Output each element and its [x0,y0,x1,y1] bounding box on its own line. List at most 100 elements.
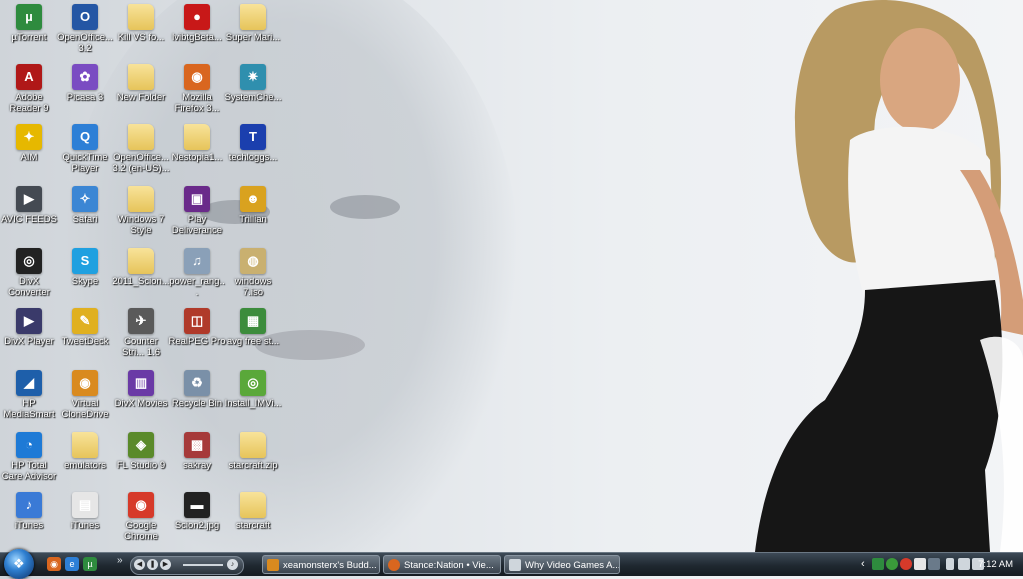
taskbar-clock[interactable]: 7:12 AM [978,553,1013,576]
app-icon: ◎ [16,248,42,274]
desktop-icon[interactable]: OpenOffice... 3.2 (en-US)... [112,124,170,174]
desktop-icon-label: Counter Stri... 1.6 [121,336,160,358]
desktop-icon-label: AIM [20,152,38,163]
tray-utorrent-icon[interactable] [872,558,884,570]
taskbar-button-stance-nation[interactable]: Stance:Nation • Vie... [383,555,501,574]
desktop-icon[interactable]: ◈ FL Studio 9 [112,432,170,471]
desktop-icon[interactable]: ◔ HP Total Care Advisor [0,432,58,482]
desktop-icon[interactable]: ▣ Play Deliverance [168,186,226,236]
taskbar-button-buddy[interactable]: xeamonsterx's Budd... [262,555,380,574]
app-icon: ◎ [240,370,266,396]
desktop-icon-label: HP MediaSmart [3,398,55,420]
media-pause-icon[interactable]: ❚ [147,559,158,570]
desktop-icon-label: sakray [183,460,211,471]
media-prev-icon[interactable]: ◀ [134,559,145,570]
desktop-icon-label: Skype [71,276,99,287]
app-icon: ▦ [240,308,266,334]
desktop-icon[interactable]: emulators [56,432,114,471]
desktop-icon[interactable]: ✈ Counter Stri... 1.6 [112,308,170,358]
desktop-icon[interactable]: ▶ AVIC FEEDS [0,186,58,225]
desktop-icon-label: New Folder [116,92,166,103]
desktop-icon[interactable]: starcraft.zip [224,432,282,471]
desktop-icon[interactable]: ◎ DivX Converter [0,248,58,298]
desktop-icon[interactable]: ◉ Virtual CloneDrive [56,370,114,420]
taskbar-button-video-games[interactable]: Why Video Games A... [504,555,620,574]
desktop-icon[interactable]: ☻ Trillian [224,186,282,225]
tray-network-icon[interactable] [958,558,970,570]
desktop-icon[interactable]: ▤ iTunes [56,492,114,531]
desktop-icon[interactable]: Kill VS fo... [112,4,170,43]
quick-launch-utorrent-icon[interactable]: µ [83,557,97,571]
app-icon: ● [184,4,210,30]
desktop-icon-label: Windows 7 Style [117,214,165,236]
desktop-icon[interactable]: ♻ Recycle Bin [168,370,226,409]
desktop-icon-label: DivX Converter [8,276,50,298]
desktop-icon[interactable]: ✿ Picasa 3 [56,64,114,103]
buddy-app-icon [267,559,279,571]
app-icon: ♪ [16,492,42,518]
desktop-icon-label: RealPEG Pro [168,336,226,347]
media-next-icon[interactable]: ▶ [160,559,171,570]
desktop-icon-label: FL Studio 9 [116,460,166,471]
desktop-icon[interactable]: ▶ DivX Player [0,308,58,347]
desktop-icon-label: QuickTime Player [62,152,108,174]
media-volume-icon[interactable]: ♪ [227,559,238,570]
quick-launch-expand-icon[interactable]: » [117,555,123,566]
desktop-icon[interactable]: New Folder [112,64,170,103]
desktop-icon[interactable]: ◉ Mozilla Firefox 3... [168,64,226,114]
desktop-icon[interactable]: ◢ HP MediaSmart [0,370,58,420]
app-icon: T [240,124,266,150]
desktop-icon[interactable]: ◍ windows 7.iso [224,248,282,298]
desktop-icon[interactable]: Ttechloggs... [224,124,282,163]
app-icon: ♫ [184,248,210,274]
quick-launch-firefox-icon[interactable]: ◉ [47,557,61,571]
app-icon: ▣ [184,186,210,212]
app-icon: ✷ [240,64,266,90]
app-icon: ✿ [72,64,98,90]
tray-app-icon[interactable] [914,558,926,570]
desktop-icon-label: Scion2.jpg [174,520,220,531]
desktop-icon[interactable]: ◫ RealPEG Pro [168,308,226,347]
desktop-icon[interactable]: Windows 7 Style [112,186,170,236]
desktop-icon[interactable]: starcraft [224,492,282,531]
windows-logo-icon: ❖ [13,556,25,571]
tray-battery-icon[interactable] [946,558,954,570]
desktop-icon[interactable]: ✦ AIM [0,124,58,163]
firefox-icon [388,559,400,571]
tray-expand-icon[interactable]: ‹ [861,553,865,576]
tray-shield-icon[interactable] [886,558,898,570]
desktop-icon[interactable]: ▦ avg free st... [224,308,282,347]
app-icon: µ [16,4,42,30]
desktop-icon[interactable]: µ µTorrent [0,4,58,43]
desktop-icon[interactable]: ✎ TweetDeck [56,308,114,347]
desktop-icon[interactable]: ◉ Google Chrome [112,492,170,542]
tray-security-icon[interactable] [900,558,912,570]
desktop-icon[interactable]: ✧ Safari [56,186,114,225]
desktop-icon[interactable]: ▥ DivX Movies [112,370,170,409]
desktop-icon[interactable]: S Skype [56,248,114,287]
wallpaper-eye-right [330,195,400,219]
desktop-icon[interactable]: Super Mari... [224,4,282,43]
desktop-icon[interactable]: ♪ iTunes [0,492,58,531]
desktop-icon-label: Recycle Bin [171,398,223,409]
app-icon: ✧ [72,186,98,212]
desktop-icon[interactable]: ● lvibtgBeta... [168,4,226,43]
desktop-icon[interactable]: Nestopia1... [168,124,226,163]
desktop-icon[interactable]: ♫ power_rang... [168,248,226,298]
desktop-icon[interactable]: ✷ SystemChe... [224,64,282,103]
desktop-icon-label: OpenOffice... 3.2 (en-US)... [112,152,170,174]
desktop-icon[interactable]: ▬ Scion2.jpg [168,492,226,531]
tray-monitor-icon[interactable] [928,558,940,570]
desktop-icon[interactable]: A Adobe Reader 9 [0,64,58,114]
desktop-icon[interactable]: 2011_Scion... [112,248,170,287]
desktop-icon[interactable]: Q QuickTime Player [56,124,114,174]
desktop-icon[interactable]: ▩ sakray [168,432,226,471]
wallpaper-model-figure [755,0,1023,552]
app-icon: ◉ [128,492,154,518]
desktop-icon[interactable]: ◎ Install_IMVi... [224,370,282,409]
desktop-icon[interactable]: O OpenOffice... 3.2 [56,4,114,54]
quick-launch-ie-icon[interactable]: e [65,557,79,571]
desktop-icon-label: Install_IMVi... [224,398,282,409]
app-icon: ♻ [184,370,210,396]
media-volume-slider[interactable] [183,564,223,566]
